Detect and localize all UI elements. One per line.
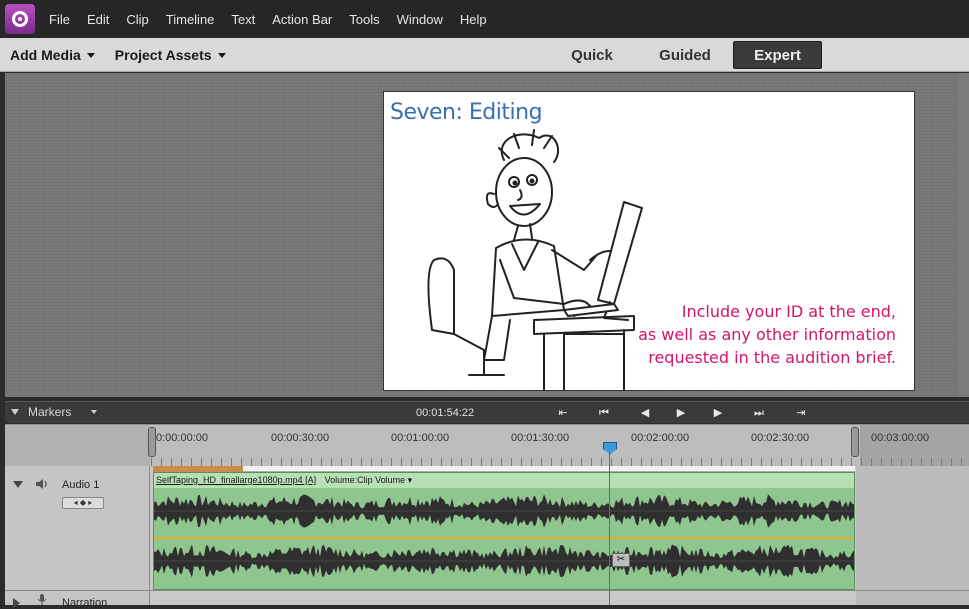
- ruler-label: 0:00:00:00: [156, 432, 208, 444]
- ruler-label: 00:02:30:00: [751, 432, 810, 444]
- go-to-in-icon[interactable]: ⇤: [555, 405, 571, 421]
- collapse-icon: [11, 409, 19, 415]
- scissors-icon[interactable]: ✂: [612, 553, 630, 567]
- main-toolbar: Add Media Project Assets Quick Guided Ex…: [0, 38, 969, 72]
- ruler-header: [5, 425, 150, 467]
- microphone-icon[interactable]: [37, 594, 47, 605]
- menu-edit[interactable]: Edit: [87, 12, 109, 27]
- markers-dropdown[interactable]: Markers: [11, 405, 98, 419]
- keyframe-navigator[interactable]: ◂ ◆ ▸: [62, 497, 104, 509]
- add-media-label: Add Media: [10, 46, 81, 63]
- chevron-down-icon: [217, 53, 226, 58]
- clip-name: SelfTaping_HD_finallarge1080p.mp4 [A]: [156, 475, 317, 485]
- caption-line-2: as well as any other information: [638, 325, 896, 344]
- collapse-icon[interactable]: [13, 481, 23, 488]
- work-area-out-handle[interactable]: [851, 427, 859, 457]
- ruler-label: 00:02:00:00: [631, 432, 690, 444]
- markers-label: Markers: [28, 405, 72, 419]
- work-area-in-handle[interactable]: [148, 427, 156, 457]
- menu-timeline[interactable]: Timeline: [166, 12, 215, 27]
- track-header-audio1: Audio 1 ◂ ◆ ▸ Narration: [5, 466, 150, 609]
- go-to-out-icon[interactable]: ⇥: [793, 405, 809, 421]
- clip-label: SelfTaping_HD_finallarge1080p.mp4 [A] Vo…: [154, 473, 854, 488]
- tab-guided[interactable]: Guided: [643, 41, 727, 69]
- timeline-tracks: Audio 1 ◂ ◆ ▸ Narration SelfTaping_HD_fi…: [5, 466, 969, 609]
- track-name-narration: Narration: [62, 597, 108, 609]
- menu-action-bar[interactable]: Action Bar: [272, 12, 332, 27]
- track-name-audio1: Audio 1: [62, 479, 100, 491]
- waveform-left: [154, 494, 854, 528]
- menu-bar: File Edit Clip Timeline Text Action Bar …: [0, 0, 969, 38]
- caption-line-3: requested in the audition brief.: [648, 348, 896, 367]
- app-logo-icon[interactable]: [5, 4, 35, 34]
- clip-effect-label: Volume:Clip Volume: [324, 475, 406, 485]
- transport-bar: Markers 00:01:54:22 ⇤ ⏮ ◀ ▶ ▶ ⏭ ⇥: [5, 401, 969, 423]
- preview-frame[interactable]: Seven: Editing Include your ID at the en…: [383, 91, 915, 391]
- menu-clip[interactable]: Clip: [126, 12, 148, 27]
- menu-window[interactable]: Window: [397, 12, 443, 27]
- ruler-ticks: [151, 458, 969, 466]
- current-timecode[interactable]: 00:01:54:22: [416, 407, 474, 419]
- chevron-down-icon: [86, 53, 95, 58]
- expand-icon[interactable]: [13, 598, 20, 608]
- caption-line-1: Include your ID at the end,: [681, 302, 896, 321]
- project-assets-dropdown[interactable]: Project Assets: [115, 47, 226, 63]
- menu-tools[interactable]: Tools: [349, 12, 379, 27]
- preview-caption: Include your ID at the end, as well as a…: [626, 300, 896, 369]
- ruler-label: 00:00:30:00: [271, 432, 330, 444]
- playhead-line[interactable]: [609, 446, 610, 605]
- step-forward-icon[interactable]: ▶: [710, 405, 726, 421]
- go-to-start-icon[interactable]: ⏮: [596, 405, 612, 421]
- ruler-label: 00:03:00:00: [871, 432, 930, 444]
- monitor-gutter: [958, 73, 969, 397]
- ruler-label: 00:01:00:00: [391, 432, 450, 444]
- menu-text[interactable]: Text: [231, 12, 255, 27]
- menu-file[interactable]: File: [49, 12, 70, 27]
- audio-clip[interactable]: SelfTaping_HD_finallarge1080p.mp4 [A] Vo…: [153, 472, 855, 590]
- speaker-icon[interactable]: [34, 477, 50, 491]
- timeline-empty-area: [856, 466, 969, 605]
- waveform-right: [154, 544, 854, 578]
- menu-help[interactable]: Help: [460, 12, 487, 27]
- tab-quick[interactable]: Quick: [553, 41, 631, 69]
- chevron-down-icon: [91, 410, 98, 414]
- ruler-label: 00:01:30:00: [511, 432, 570, 444]
- project-assets-label: Project Assets: [114, 46, 212, 63]
- step-back-icon[interactable]: ◀: [637, 405, 653, 421]
- time-ruler[interactable]: 0:00:00:00 00:00:30:00 00:01:00:00 00:01…: [5, 424, 969, 467]
- volume-rubberband[interactable]: [154, 537, 854, 539]
- go-to-end-icon[interactable]: ⏭: [751, 405, 767, 421]
- track-divider: [5, 590, 969, 591]
- tab-expert[interactable]: Expert: [733, 41, 822, 69]
- clip-effect-dropdown[interactable]: Volume:Clip Volume ▾: [325, 475, 413, 485]
- play-icon[interactable]: ▶: [673, 405, 689, 421]
- add-media-dropdown[interactable]: Add Media: [10, 47, 95, 63]
